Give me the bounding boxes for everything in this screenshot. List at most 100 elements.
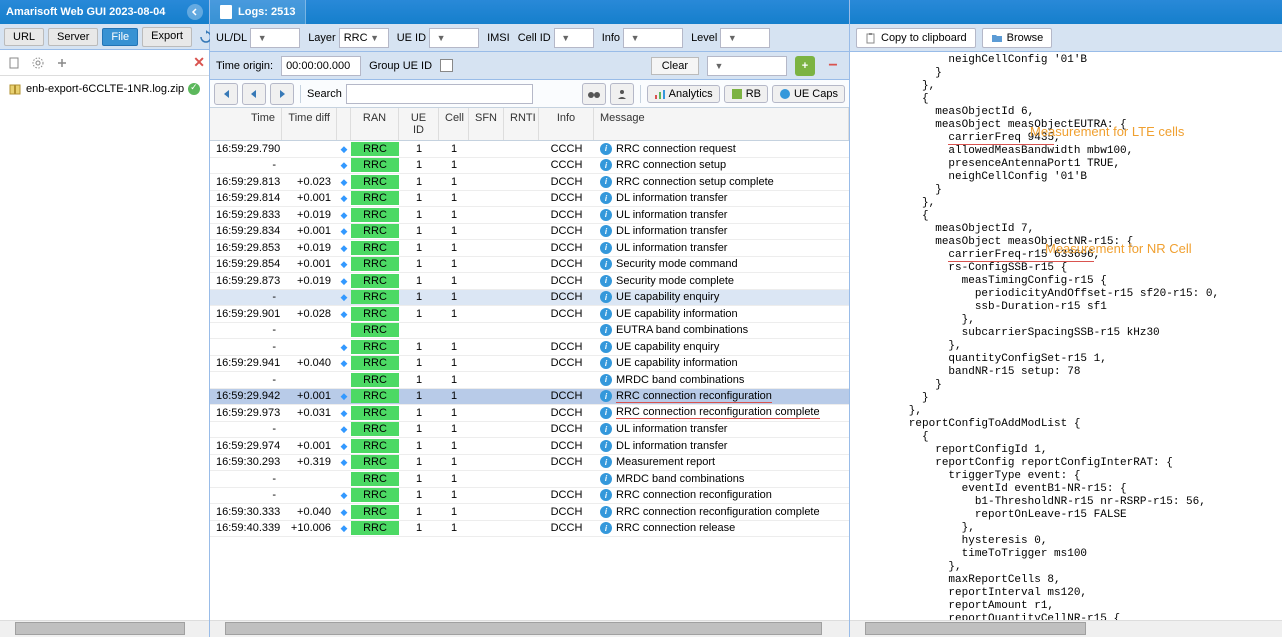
center-scrollbar[interactable] (210, 620, 849, 637)
table-row[interactable]: 16:59:29.942+0.001◆RRC11DCCHiRRC connect… (210, 389, 849, 406)
table-row[interactable]: -◆RRC11DCCHiUE capability enquiry (210, 290, 849, 307)
table-row[interactable]: -◆RRC11DCCHiUE capability enquiry (210, 339, 849, 356)
table-row[interactable]: 16:59:29.853+0.019◆RRC11DCCHiUL informat… (210, 240, 849, 257)
col-diff[interactable]: Time diff (282, 108, 337, 140)
table-row[interactable]: 16:59:29.814+0.001◆RRC11DCCHiDL informat… (210, 191, 849, 208)
imsi-label: IMSI (487, 32, 510, 44)
layer-combo[interactable]: RRC▼ (339, 28, 389, 48)
table-row[interactable]: -◆RRC11CCCHiRRC connection setup (210, 158, 849, 175)
nav-next-button[interactable] (270, 83, 294, 105)
table-row[interactable]: -RRC11iMRDC band combinations (210, 471, 849, 488)
col-time[interactable]: Time (210, 108, 282, 140)
table-row[interactable]: 16:59:29.901+0.028◆RRC11DCCHiUE capabili… (210, 306, 849, 323)
col-msg[interactable]: Message (594, 108, 849, 140)
col-info[interactable]: Info (539, 108, 594, 140)
find-next-button[interactable] (610, 83, 634, 105)
rb-button[interactable]: RB (724, 85, 768, 103)
annotation-lte: Measurement for LTE cells (1030, 125, 1184, 138)
new-file-button[interactable] (4, 53, 24, 73)
uldl-label: UL/DL (216, 32, 247, 44)
file-list: enb-export-6CCLTE-1NR.log.zip (0, 76, 209, 620)
export-button[interactable]: Export (142, 27, 192, 47)
search-label: Search (307, 88, 342, 100)
analytics-button[interactable]: Analytics (647, 85, 720, 103)
file-item[interactable]: enb-export-6CCLTE-1NR.log.zip (4, 80, 205, 98)
folder-icon (991, 32, 1003, 44)
table-row[interactable]: 16:59:29.941+0.040◆RRC11DCCHiUE capabili… (210, 356, 849, 373)
origin-bar: Time origin: Group UE ID Clear ▼ + − (210, 52, 849, 80)
ueid-combo[interactable]: ▼ (429, 28, 479, 48)
level-combo[interactable]: ▼ (720, 28, 770, 48)
table-row[interactable]: 16:59:29.873+0.019◆RRC11DCCHiSecurity mo… (210, 273, 849, 290)
cellid-label: Cell ID (518, 32, 551, 44)
col-sfn[interactable]: SFN (469, 108, 504, 140)
origin-input[interactable] (281, 56, 361, 76)
grid-header: Time Time diff RAN UE ID Cell SFN RNTI I… (210, 108, 849, 141)
table-row[interactable]: 16:59:40.339+10.006◆RRC11DCCHiRRC connec… (210, 521, 849, 538)
uecaps-button[interactable]: UE Caps (772, 85, 845, 103)
grid-icon (731, 88, 743, 100)
ueid-label: UE ID (397, 32, 426, 44)
search-bar: Search Analytics RB UE Caps (210, 80, 849, 108)
log-grid: Time Time diff RAN UE ID Cell SFN RNTI I… (210, 108, 849, 620)
table-row[interactable]: 16:59:29.813+0.023◆RRC11DCCHiRRC connect… (210, 174, 849, 191)
chevron-left-icon (190, 7, 200, 17)
search-input[interactable] (346, 84, 533, 104)
grid-body: 16:59:29.790◆RRC11CCCHiRRC connection re… (210, 141, 849, 537)
table-row[interactable]: -◆RRC11DCCHiUL information transfer (210, 422, 849, 439)
clear-button[interactable]: Clear (651, 57, 699, 75)
next-icon (276, 88, 288, 100)
table-row[interactable]: 16:59:29.974+0.001◆RRC11DCCHiDL informat… (210, 438, 849, 455)
center-panel: Logs: 2513 UL/DL▼ LayerRRC▼ UE ID▼ IMSI … (210, 0, 850, 637)
left-tabs: URL Server File Export (0, 24, 209, 50)
col-rnti[interactable]: RNTI (504, 108, 539, 140)
detail-body[interactable]: neighCellConfig '01'B } }, { measObjectI… (850, 52, 1282, 620)
left-header: Amarisoft Web GUI 2023-08-04 (0, 0, 209, 24)
app-title: Amarisoft Web GUI 2023-08-04 (6, 6, 165, 18)
table-row[interactable]: 16:59:30.293+0.319◆RRC11DCCHiMeasurement… (210, 455, 849, 472)
center-header: Logs: 2513 (210, 0, 849, 24)
close-file-button[interactable]: ✕ (193, 54, 205, 71)
first-icon (220, 88, 232, 100)
info-label: Info (602, 32, 620, 44)
tab-url[interactable]: URL (4, 28, 44, 46)
find-user-button[interactable] (582, 83, 606, 105)
tab-server[interactable]: Server (48, 28, 98, 46)
tab-logs[interactable]: Logs: 2513 (210, 0, 306, 24)
gear-button[interactable] (28, 53, 48, 73)
group-checkbox[interactable] (440, 59, 453, 72)
uldl-combo[interactable]: ▼ (250, 28, 300, 48)
right-scrollbar[interactable] (850, 620, 1282, 637)
add-button[interactable]: + (795, 56, 815, 76)
collapse-button[interactable] (187, 4, 203, 20)
table-row[interactable]: -RRCiEUTRA band combinations (210, 323, 849, 340)
table-row[interactable]: 16:59:29.834+0.001◆RRC11DCCHiDL informat… (210, 224, 849, 241)
table-row[interactable]: -RRC11iMRDC band combinations (210, 372, 849, 389)
col-dir[interactable] (337, 108, 351, 140)
tab-file[interactable]: File (102, 28, 138, 46)
col-ueid[interactable]: UE ID (399, 108, 439, 140)
table-row[interactable]: 16:59:29.973+0.031◆RRC11DCCHiRRC connect… (210, 405, 849, 422)
left-scrollbar[interactable] (0, 620, 209, 637)
table-row[interactable]: -◆RRC11DCCHiRRC connection reconfigurati… (210, 488, 849, 505)
info-combo[interactable]: ▼ (623, 28, 683, 48)
table-row[interactable]: 16:59:29.854+0.001◆RRC11DCCHiSecurity mo… (210, 257, 849, 274)
nav-prev-button[interactable] (242, 83, 266, 105)
table-row[interactable]: 16:59:29.833+0.019◆RRC11DCCHiUL informat… (210, 207, 849, 224)
document-icon (220, 5, 232, 19)
table-row[interactable]: 16:59:29.790◆RRC11CCCHiRRC connection re… (210, 141, 849, 158)
col-cell[interactable]: Cell (439, 108, 469, 140)
chart-icon (654, 88, 666, 100)
remove-button[interactable]: − (823, 56, 843, 76)
cellid-combo[interactable]: ▼ (554, 28, 594, 48)
table-row[interactable]: 16:59:30.333+0.040◆RRC11DCCHiRRC connect… (210, 504, 849, 521)
clear-combo[interactable]: ▼ (707, 56, 787, 76)
col-ran[interactable]: RAN (351, 108, 399, 140)
file-name: enb-export-6CCLTE-1NR.log.zip (26, 83, 184, 95)
add-file-button[interactable] (52, 53, 72, 73)
plus-icon (55, 56, 69, 70)
nav-first-button[interactable] (214, 83, 238, 105)
copy-button[interactable]: Copy to clipboard (856, 28, 976, 48)
info-icon (779, 88, 791, 100)
browse-button[interactable]: Browse (982, 28, 1053, 48)
